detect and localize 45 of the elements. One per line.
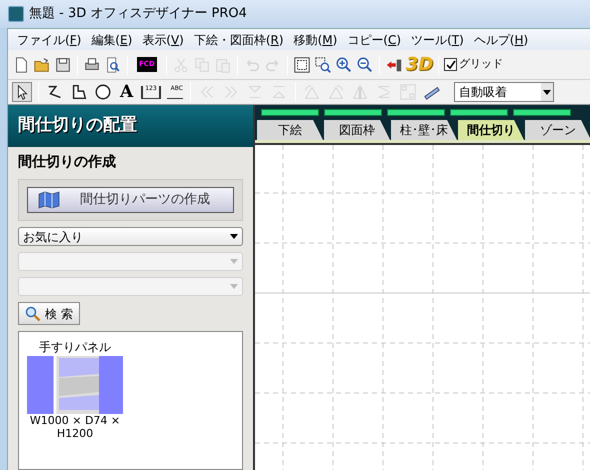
part-size: W1000 × D74 × H1200 xyxy=(28,414,122,440)
grid-checkbox[interactable] xyxy=(444,58,458,71)
tab-indicator xyxy=(513,109,571,116)
zoom-out-icon[interactable] xyxy=(356,56,374,74)
grid-label: グリッド xyxy=(459,56,504,72)
tab[interactable]: ゾーン xyxy=(525,120,590,140)
menu-item[interactable]: ファイル(F) xyxy=(12,30,86,48)
snap-dropdown[interactable]: 自動吸着 xyxy=(454,82,554,102)
create-parts-button[interactable]: 間仕切りパーツの作成 xyxy=(27,187,234,213)
map-icon xyxy=(38,191,60,209)
polygon-icon[interactable] xyxy=(70,83,88,101)
caret-icon xyxy=(230,234,238,239)
caret-icon xyxy=(542,90,551,94)
tab[interactable]: 図面枠 xyxy=(324,120,390,140)
menu-item[interactable]: コピー(C) xyxy=(342,30,406,48)
panel-title: 間仕切りの配置 xyxy=(18,114,137,138)
zoom-area-icon[interactable] xyxy=(314,56,332,74)
tab-indicator xyxy=(261,109,319,116)
menu-item[interactable]: 表示(V) xyxy=(137,30,189,48)
section-title: 間仕切りの作成 xyxy=(18,153,117,172)
tab-indicator xyxy=(387,109,445,116)
menu-item[interactable]: 移動(M) xyxy=(288,30,342,48)
folder-icon[interactable] xyxy=(33,56,51,74)
circle-icon[interactable] xyxy=(94,83,112,101)
tab[interactable]: 下絵 xyxy=(257,120,323,140)
menu-item[interactable]: 下絵・図面枠(R) xyxy=(188,30,289,48)
search-icon xyxy=(25,306,41,322)
tab-indicator xyxy=(450,109,508,116)
caret-icon xyxy=(230,259,238,264)
app-icon xyxy=(8,6,24,22)
text-tool-button[interactable]: A xyxy=(118,84,136,100)
caret-icon xyxy=(230,284,238,289)
tab[interactable]: 間仕切り xyxy=(458,120,524,140)
window-title: 無題 - 3D オフィスデザイナー PRO4 xyxy=(29,5,247,24)
part-name[interactable]: 手すりパネル xyxy=(39,338,111,356)
menu-item[interactable]: ヘルプ(H) xyxy=(468,30,534,48)
fit-screen-icon[interactable] xyxy=(292,56,311,74)
tab[interactable]: 柱･壁･床 xyxy=(391,120,457,140)
menu-item[interactable]: 編集(E) xyxy=(86,30,138,48)
search-button[interactable]: 検 索 xyxy=(18,302,80,325)
menu-item[interactable]: ツール(T) xyxy=(406,30,469,48)
magnifier-page-icon[interactable] xyxy=(104,56,122,74)
category-dropdown[interactable]: お気に入り xyxy=(18,227,243,246)
tab-indicator xyxy=(324,109,382,116)
zoom-in-icon[interactable] xyxy=(334,56,353,74)
